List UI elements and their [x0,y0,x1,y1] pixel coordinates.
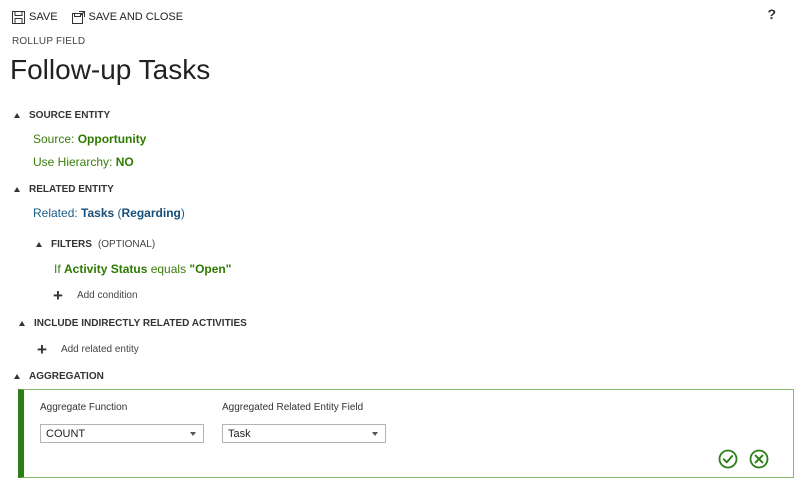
save-close-label: SAVE AND CLOSE [88,11,184,23]
hierarchy-label: Use Hierarchy: [33,155,116,169]
related-line: Related: Tasks (Regarding) [33,206,185,220]
related-entity-header[interactable]: RELATED ENTITY [14,184,114,195]
page-title: Follow-up Tasks [10,54,211,85]
collapse-triangle-icon[interactable] [14,187,20,192]
add-related-entity-button[interactable]: + Add related entity [37,341,139,358]
related-relationship[interactable]: Regarding [122,206,181,220]
add-related-entity-label: Add related entity [60,344,139,355]
aggregation-panel: Aggregate Function COUNT Aggregated Rela… [18,389,794,478]
plus-icon[interactable]: + [37,341,47,358]
condition-field[interactable]: Activity Status [64,262,147,276]
source-value[interactable]: Opportunity [78,132,147,146]
dropdown-caret-icon [190,432,196,436]
collapse-triangle-icon[interactable] [19,321,25,326]
aggregated-field-value: Task [228,427,251,440]
save-and-close-button[interactable]: SAVE AND CLOSE [71,10,184,24]
command-bar: SAVE SAVE AND CLOSE [12,8,183,26]
related-paren-open: ( [114,206,122,220]
indirect-activities-heading: INCLUDE INDIRECTLY RELATED ACTIVITIES [34,318,247,329]
condition-if: If [54,262,65,276]
aggregation-header[interactable]: AGGREGATION [14,371,104,382]
collapse-triangle-icon[interactable] [36,242,42,247]
related-entity-heading: RELATED ENTITY [29,184,114,195]
condition-operator[interactable]: equals [147,262,189,276]
confirm-check-icon[interactable] [718,449,738,469]
help-icon[interactable]: ? [767,6,776,22]
save-label: SAVE [29,11,58,23]
source-entity-header[interactable]: SOURCE ENTITY [14,110,110,121]
floppy-disk-icon [12,10,25,24]
source-entity-heading: SOURCE ENTITY [29,110,111,121]
save-close-icon [71,10,85,24]
hierarchy-value[interactable]: NO [116,155,134,169]
dropdown-caret-icon [372,432,378,436]
add-condition-button[interactable]: + Add condition [53,287,138,304]
related-label: Related: [33,206,82,220]
save-button[interactable]: SAVE [12,10,58,24]
cancel-x-icon[interactable] [749,449,769,469]
filter-condition[interactable]: If Activity Status equals "Open" [54,262,231,276]
filters-heading: FILTERS [51,239,92,250]
field-type-label: ROLLUP FIELD [12,36,86,47]
aggregation-heading: AGGREGATION [29,371,104,382]
filters-header[interactable]: FILTERS (OPTIONAL) [36,239,155,250]
collapse-triangle-icon[interactable] [14,113,20,118]
source-label: Source: [33,132,78,146]
hierarchy-line: Use Hierarchy: NO [33,155,134,169]
condition-value[interactable]: "Open" [189,262,231,276]
indirect-activities-header[interactable]: INCLUDE INDIRECTLY RELATED ACTIVITIES [19,318,247,329]
source-line: Source: Opportunity [33,132,146,146]
aggregate-function-select[interactable]: COUNT [40,424,204,443]
collapse-triangle-icon[interactable] [14,374,20,379]
plus-icon[interactable]: + [53,287,63,304]
aggregated-field-select[interactable]: Task [222,424,386,443]
related-paren-close: ) [180,206,185,220]
filters-optional: (OPTIONAL) [97,239,156,250]
add-condition-label: Add condition [76,290,138,301]
aggregated-field-label: Aggregated Related Entity Field [222,402,364,413]
related-value[interactable]: Tasks [81,206,114,220]
aggregate-function-value: COUNT [46,427,86,440]
aggregate-function-label: Aggregate Function [40,402,128,413]
